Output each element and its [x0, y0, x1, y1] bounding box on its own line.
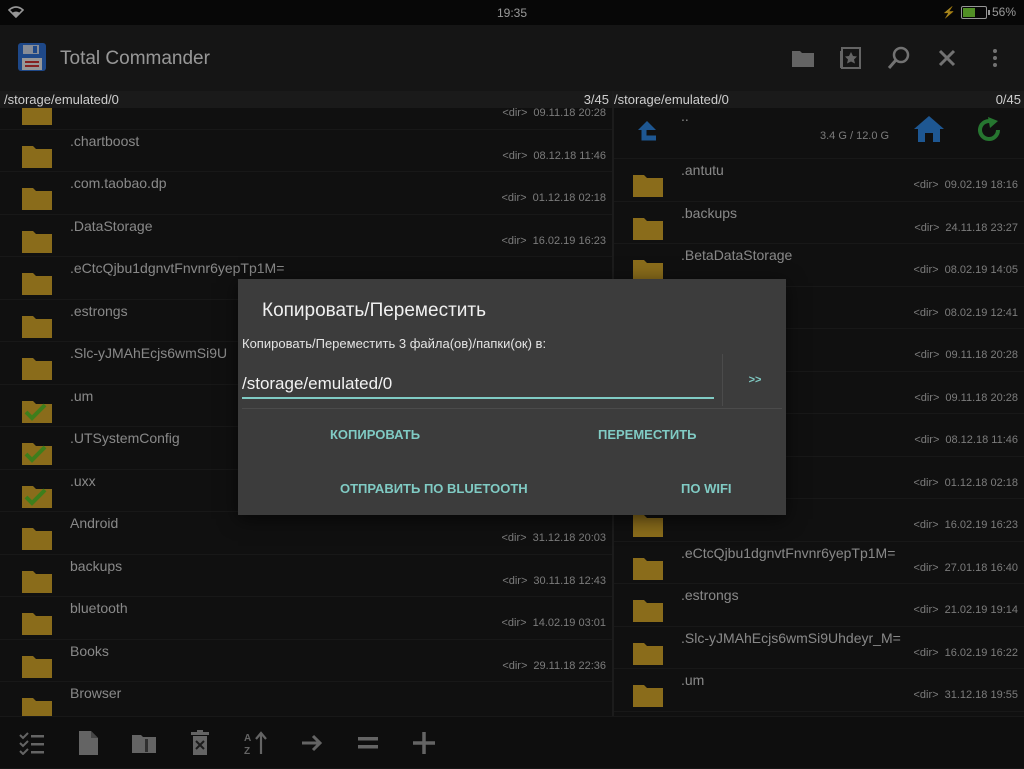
dialog-label: Копировать/Переместить 3 файла(ов)/папки… — [242, 336, 547, 351]
copy-button[interactable]: КОПИРОВАТЬ — [330, 427, 420, 442]
target-path-input[interactable] — [242, 371, 714, 399]
left-path-bar[interactable]: /storage/emulated/0 3/45 — [0, 91, 612, 108]
send-bluetooth-button[interactable]: ОТПРАВИТЬ ПО BLUETOOTH — [340, 481, 528, 496]
right-count: 0/45 — [995, 92, 1021, 107]
send-wifi-button[interactable]: ПО WIFI — [681, 481, 732, 496]
copy-move-dialog: Копировать/Переместить Копировать/Переме… — [238, 279, 786, 515]
dialog-title: Копировать/Переместить — [262, 300, 486, 321]
more-options-button[interactable]: >> — [724, 354, 786, 406]
left-count: 3/45 — [583, 92, 609, 107]
right-path-bar[interactable]: /storage/emulated/0 0/45 — [614, 91, 1024, 108]
right-path: /storage/emulated/0 — [614, 92, 729, 107]
divider — [242, 408, 782, 409]
left-path: /storage/emulated/0 — [4, 92, 119, 107]
move-button[interactable]: ПЕРЕМЕСТИТЬ — [598, 427, 697, 442]
divider — [722, 354, 723, 406]
